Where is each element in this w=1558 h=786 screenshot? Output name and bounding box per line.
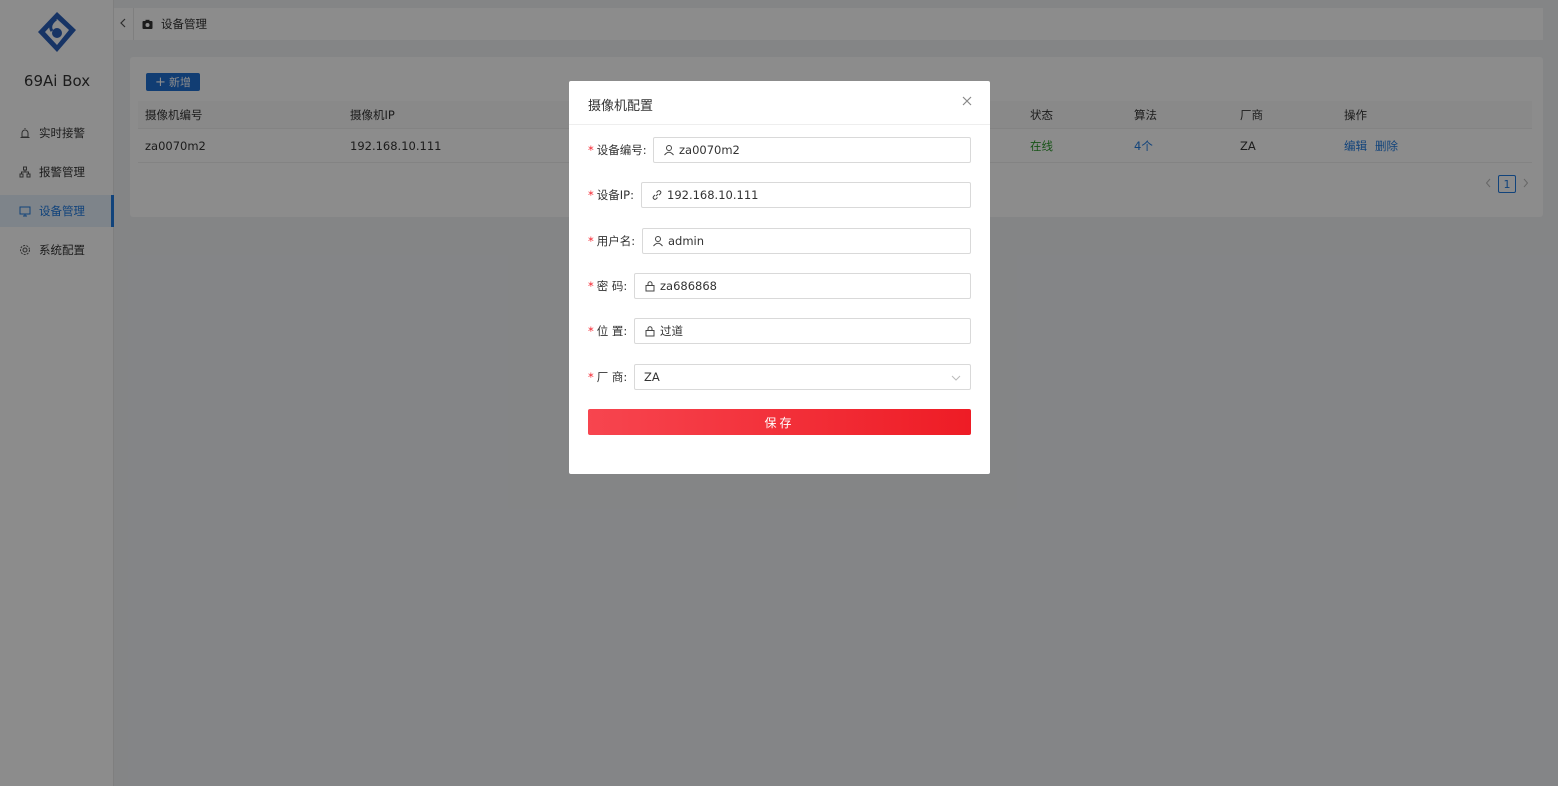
form-label: * 设备编号: <box>588 143 647 157</box>
close-icon[interactable] <box>960 94 974 108</box>
required-marker: * <box>588 279 594 293</box>
form-row-vendor: * 厂 商: ZA <box>588 364 971 390</box>
save-button[interactable]: 保存 <box>588 409 971 435</box>
password-input[interactable]: za686868 <box>634 273 971 299</box>
form-label: * 位 置: <box>588 324 628 338</box>
divider <box>569 124 990 125</box>
lock-icon <box>644 325 656 337</box>
user-icon <box>652 235 664 247</box>
user-icon <box>663 144 675 156</box>
device-ip-value: 192.168.10.111 <box>667 188 759 202</box>
required-marker: * <box>588 234 594 248</box>
camera-config-modal: 摄像机配置 * 设备编号: za0070m2 * 设备IP: 192.168.10.… <box>569 81 990 474</box>
modal-title: 摄像机配置 <box>588 99 654 114</box>
location-input[interactable]: 过道 <box>634 318 971 344</box>
form-row-device-id: * 设备编号: za0070m2 <box>588 137 971 163</box>
form-label: * 设备IP: <box>588 188 634 202</box>
form-row-username: * 用户名: admin <box>588 228 971 254</box>
vendor-select[interactable]: ZA <box>634 364 971 390</box>
link-icon <box>651 189 663 201</box>
required-marker: * <box>588 370 594 384</box>
required-marker: * <box>588 188 594 202</box>
username-value: admin <box>668 234 705 248</box>
device-ip-input[interactable]: 192.168.10.111 <box>641 182 971 208</box>
device-id-input[interactable]: za0070m2 <box>653 137 971 163</box>
form-label: * 用户名: <box>588 234 636 248</box>
location-value: 过道 <box>660 324 683 338</box>
form-row-device-ip: * 设备IP: 192.168.10.111 <box>588 182 971 208</box>
form-label: * 密 码: <box>588 279 628 293</box>
device-id-value: za0070m2 <box>679 143 740 157</box>
username-input[interactable]: admin <box>642 228 971 254</box>
required-marker: * <box>588 143 594 157</box>
chevron-down-icon <box>951 375 961 381</box>
lock-icon <box>644 280 656 292</box>
required-marker: * <box>588 324 594 338</box>
form-row-password: * 密 码: za686868 <box>588 273 971 299</box>
form-label: * 厂 商: <box>588 370 628 384</box>
vendor-select-value: ZA <box>644 370 660 384</box>
password-value: za686868 <box>660 279 717 293</box>
form-row-location: * 位 置: 过道 <box>588 318 971 344</box>
